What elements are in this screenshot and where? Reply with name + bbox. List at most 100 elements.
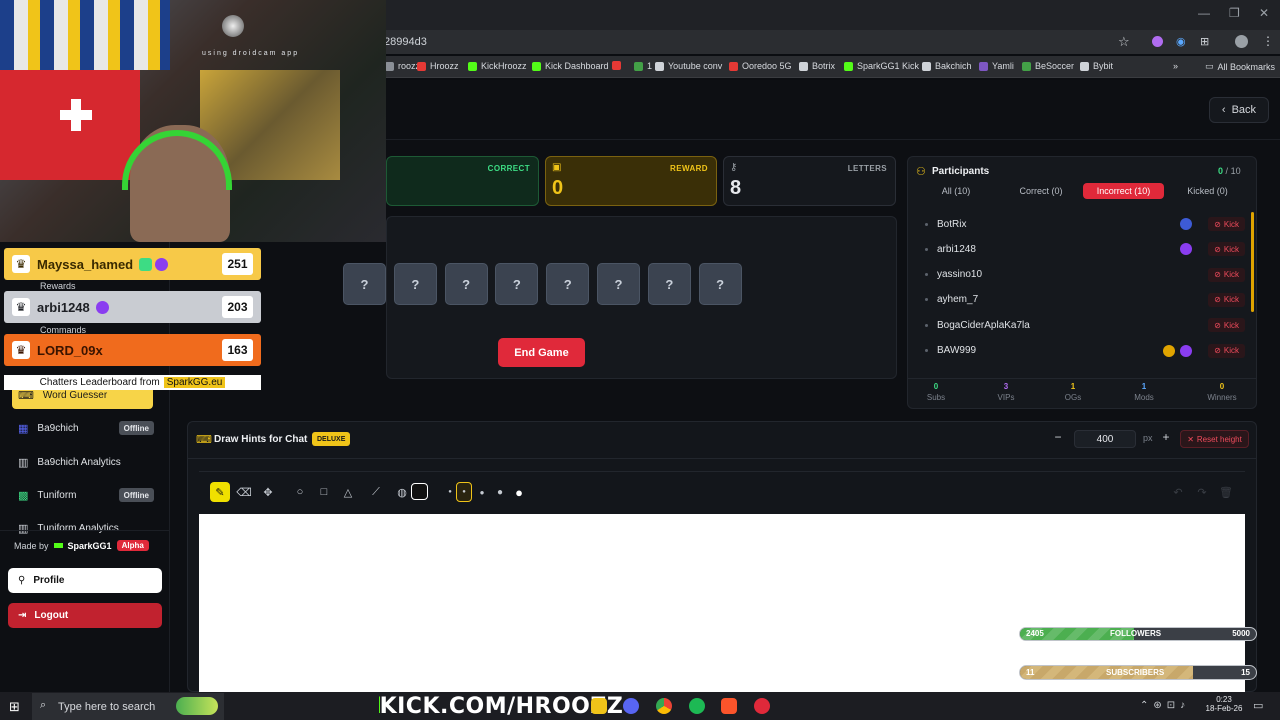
bookmark-icon (799, 61, 808, 71)
participant-row[interactable]: BotRix ⊘ Kick (915, 212, 1245, 236)
kick-button[interactable]: ⊘ Kick (1208, 267, 1245, 282)
clock[interactable]: 0:23 18-Feb-26 (1204, 695, 1244, 713)
participants-tab[interactable]: Kicked (0) (1166, 183, 1249, 199)
line-icon[interactable]: ⟋ (366, 482, 386, 502)
participants-tab[interactable]: All (10) (916, 183, 996, 199)
participants-tab[interactable]: Correct (0) (1003, 183, 1079, 199)
subscribers-bar: 11 SUBSCRIBERS 15 (1019, 665, 1257, 680)
redo-icon[interactable]: ↷ (1192, 482, 1212, 502)
bookmark-item[interactable]: roozz (385, 61, 420, 71)
sidebar-item[interactable]: ▩ Tuniform Offline (12, 481, 162, 509)
kick-button[interactable]: ⊘ Kick (1208, 242, 1245, 257)
sidebar-item[interactable]: ▦ Ba9chich Offline (12, 414, 162, 442)
bookmark-item[interactable]: Hroozz (417, 61, 459, 71)
spotify-icon[interactable] (689, 698, 705, 714)
pencil-icon[interactable]: ✎ (210, 482, 230, 502)
participants-tab[interactable]: Incorrect (10) (1083, 183, 1164, 199)
bookmark-item[interactable]: Bakchich (922, 61, 972, 71)
windows-start-icon[interactable]: ⊞ (9, 699, 20, 715)
file-explorer-icon[interactable] (591, 698, 607, 714)
users-icon: ⚇ (916, 166, 926, 178)
bookmark-item[interactable]: Ooredoo 5G (729, 61, 792, 71)
bookmark-item[interactable]: Youtube conv (655, 61, 722, 71)
bookmark-item[interactable]: KickHroozz (468, 61, 527, 71)
restore-icon[interactable]: ❐ (1229, 6, 1240, 20)
participant-row[interactable]: BogaCiderAplaKa7la ⊘ Kick (915, 313, 1245, 337)
extension-icon[interactable]: ◉ (1176, 35, 1186, 48)
eraser-icon[interactable]: ⌫ (234, 482, 254, 502)
kick-button[interactable]: ⊘ Kick (1208, 343, 1245, 358)
star-icon[interactable]: ☆ (1118, 34, 1130, 50)
notification-icon[interactable]: ▭ (1253, 699, 1263, 712)
chart-icon: ▥ (18, 456, 29, 469)
undo-icon[interactable]: ↶ (1168, 482, 1188, 502)
kick-button[interactable]: ⊘ Kick (1208, 217, 1245, 231)
profile-button[interactable]: ⚲ Profile (8, 568, 162, 593)
letter-tile: ? (698, 263, 742, 305)
puzzle-icon[interactable]: ⊞ (1200, 35, 1209, 48)
decrease-height-button[interactable]: − (1048, 430, 1068, 448)
brush-size-l[interactable]: ● (490, 482, 510, 502)
extension-icon[interactable] (1152, 36, 1163, 47)
close-icon[interactable]: ✕ (1259, 6, 1269, 20)
discord-icon[interactable] (623, 698, 639, 714)
brush-size-s[interactable]: ● (456, 482, 472, 502)
palette-icon[interactable]: ◍ (392, 482, 412, 502)
profile-avatar[interactable] (1235, 35, 1248, 48)
brush-size-m[interactable]: ● (472, 482, 492, 502)
participant-row[interactable]: BAW999 ⊘ Kick (915, 339, 1245, 363)
trash-icon[interactable]: 🗑 (1216, 482, 1236, 502)
height-input[interactable]: 400 (1074, 430, 1136, 448)
triangle-icon[interactable]: △ (338, 482, 358, 502)
chevron-right-icon[interactable]: » (1173, 61, 1178, 71)
kick-button[interactable]: ⊘ Kick (1208, 318, 1245, 333)
letter-tile: ? (393, 263, 437, 305)
app-icon: ▦ (18, 422, 29, 435)
all-bookmarks[interactable]: ▭ All Bookmarks (1205, 61, 1275, 72)
reset-height-button[interactable]: ✕ Reset height (1180, 430, 1249, 448)
end-game-button[interactable]: End Game (498, 338, 585, 367)
letter-tile: ? (343, 263, 386, 305)
sidebar-item[interactable]: ▥ Tuniform Analytics (12, 514, 162, 542)
back-button[interactable]: ‹ Back (1209, 97, 1269, 123)
bookmark-icon (532, 61, 541, 71)
increase-height-button[interactable]: + (1157, 430, 1175, 448)
square-icon[interactable]: □ (314, 482, 334, 502)
bookmark-item[interactable]: Kick Dashboard (532, 61, 609, 71)
kick-button[interactable]: ⊘ Kick (1208, 292, 1245, 307)
brave-icon[interactable] (721, 698, 737, 714)
bookmark-item[interactable]: Yamli (979, 61, 1014, 71)
bookmark-item[interactable]: BeSoccer (1022, 61, 1074, 71)
address-bar[interactable] (370, 30, 1280, 54)
scrollbar[interactable] (1251, 212, 1254, 312)
brush-size-xl[interactable]: ● (509, 482, 529, 502)
color-swatch[interactable] (411, 483, 428, 500)
tray-icons[interactable]: ⌃⊛⊡♪ (1140, 700, 1190, 711)
participant-row[interactable]: yassino10 ⊘ Kick (915, 263, 1245, 287)
chrome-icon[interactable] (656, 698, 672, 714)
bookmark-item[interactable] (612, 61, 625, 70)
gamepad-icon: ⌨ (196, 434, 212, 446)
participant-row[interactable]: ayhem_7 ⊘ Kick (915, 288, 1245, 312)
ban-icon: ⊘ (1214, 219, 1221, 229)
bullet (925, 349, 928, 352)
chevron-left-icon: ‹ (1221, 104, 1226, 116)
leaderboard-score: 251 (222, 253, 253, 275)
participant-row[interactable]: arbi1248 ⊘ Kick (915, 237, 1245, 261)
sidebar-item[interactable]: ▥ Ba9chich Analytics (12, 448, 162, 476)
sidebar-item-rewards[interactable]: Rewards (40, 281, 76, 291)
bookmark-item[interactable]: 1 (634, 61, 652, 71)
obs-icon[interactable] (754, 698, 770, 714)
menu-icon[interactable]: ⋮ (1262, 34, 1274, 48)
minimize-icon[interactable]: — (1198, 6, 1210, 20)
letters-value: 8 (730, 177, 742, 199)
address-text[interactable]: 28994d3 (384, 36, 427, 48)
bookmark-icon (729, 61, 738, 71)
bookmark-item[interactable]: Bybit (1080, 61, 1113, 71)
bookmark-item[interactable]: Botrix (799, 61, 835, 71)
participant-stat: 3 VIPs (997, 382, 1015, 402)
move-icon[interactable]: ✥ (258, 482, 278, 502)
circle-icon[interactable]: ○ (290, 482, 310, 502)
bookmark-item[interactable]: SparkGG1 Kick (844, 61, 919, 71)
logout-button[interactable]: ⇥ Logout (8, 603, 162, 628)
